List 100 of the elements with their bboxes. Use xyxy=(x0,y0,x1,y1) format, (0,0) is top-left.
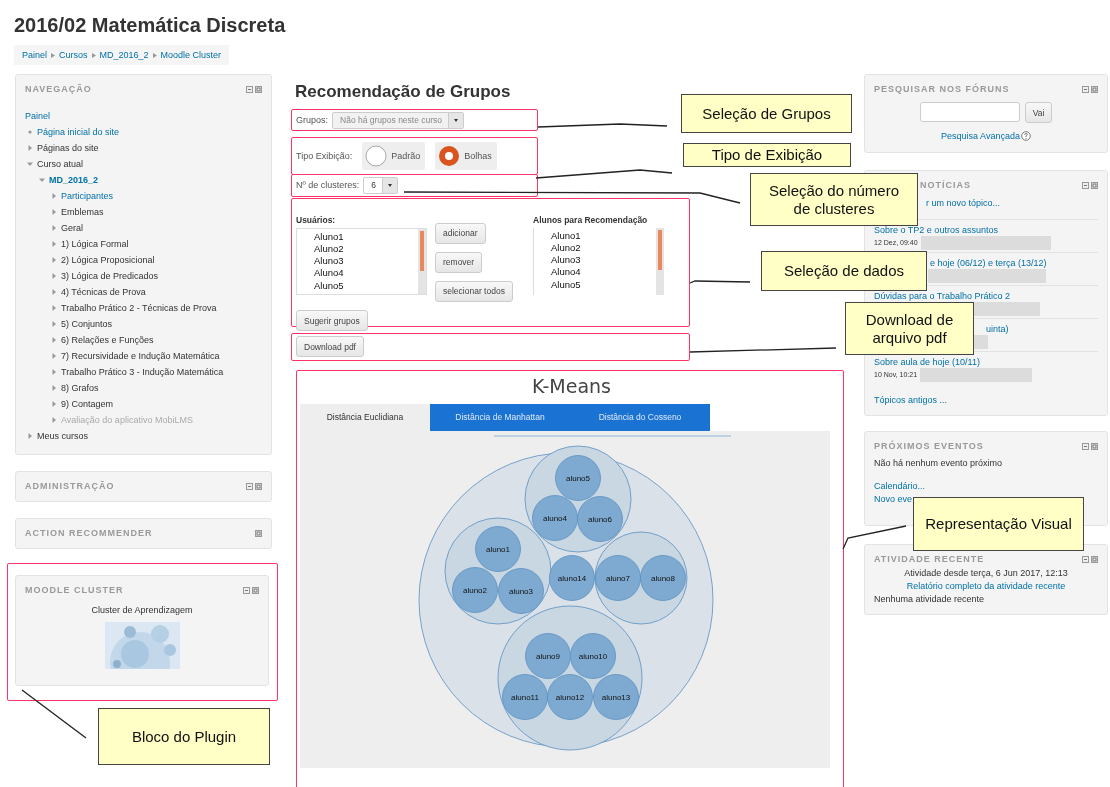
users-list[interactable]: Aluno1 Aluno2 Aluno3 Aluno4 Aluno5 xyxy=(296,227,427,295)
collapsed-arrow-icon[interactable] xyxy=(51,353,57,359)
dock-icon[interactable] xyxy=(255,482,262,490)
nav-item[interactable]: 1) Lógica Formal xyxy=(61,239,129,249)
radio-checked-icon[interactable] xyxy=(438,145,461,167)
nav-item[interactable]: 5) Conjuntos xyxy=(61,319,113,329)
nav-item[interactable]: Trabalho Prático 2 - Técnicas de Prova xyxy=(61,303,217,313)
event-link[interactable]: Calendário... xyxy=(874,481,926,491)
radio-option[interactable]: Bolhas xyxy=(435,142,497,170)
post-link[interactable]: Sobre aula de hoje (10/11) xyxy=(874,356,980,367)
collapse-icon[interactable] xyxy=(246,482,253,490)
collapsed-arrow-icon[interactable] xyxy=(51,241,57,247)
nav-item[interactable]: Participantes xyxy=(61,191,114,201)
nav-item[interactable]: 6) Relações e Funções xyxy=(61,335,154,345)
expanded-arrow-icon[interactable] xyxy=(39,177,45,183)
dock-icon[interactable] xyxy=(255,529,262,537)
collapse-icon[interactable] xyxy=(1082,555,1089,563)
radio-icon[interactable] xyxy=(365,145,388,167)
action-button[interactable]: adicionar xyxy=(435,222,486,244)
post-link[interactable]: uinta) xyxy=(986,323,1009,334)
leader-line xyxy=(21,689,87,739)
collapse-icon[interactable] xyxy=(1082,181,1089,189)
collapsed-arrow-icon[interactable] xyxy=(51,209,57,215)
scrollbar[interactable] xyxy=(656,227,664,295)
post-link[interactable]: Sobre o TP2 e outros assuntos xyxy=(874,224,998,235)
collapsed-arrow-icon[interactable] xyxy=(51,385,57,391)
list-item[interactable]: Aluno3 xyxy=(314,255,418,268)
list-item[interactable]: Aluno1 xyxy=(314,230,418,243)
breadcrumb-link[interactable]: Painel xyxy=(22,50,48,60)
clusters-select[interactable]: 6 xyxy=(363,176,399,194)
list-item[interactable]: Aluno2 xyxy=(551,241,656,255)
nav-item[interactable]: Emblemas xyxy=(61,207,104,217)
nav-item[interactable]: Páginas do site xyxy=(37,143,99,153)
older-topics-link[interactable]: Tópicos antigos ... xyxy=(874,395,948,405)
nav-item[interactable]: Geral xyxy=(61,223,83,233)
action-button[interactable]: selecionar todos xyxy=(435,280,513,302)
tab[interactable]: Distância de Manhattan xyxy=(430,403,570,431)
list-item[interactable]: Aluno3 xyxy=(551,254,656,267)
dock-icon[interactable] xyxy=(1091,442,1098,450)
list-item[interactable]: Aluno5 xyxy=(551,278,656,291)
radio-option[interactable]: Padrão xyxy=(362,142,426,170)
nav-item[interactable]: Página inicial do site xyxy=(37,127,120,137)
nav-item[interactable]: 9) Contagem xyxy=(61,399,114,409)
dock-icon[interactable] xyxy=(1091,85,1098,93)
collapsed-arrow-icon[interactable] xyxy=(27,145,33,151)
nav-item[interactable]: Trabalho Prático 3 - Indução Matemática xyxy=(61,367,224,377)
tab[interactable]: Distância Euclidiana xyxy=(300,403,430,431)
breadcrumb-link[interactable]: Cursos xyxy=(59,50,88,60)
post-link[interactable]: e hoje (06/12) e terça (13/12) xyxy=(930,257,1047,268)
activity-message: Nenhuma atividade recente xyxy=(874,594,985,604)
recommended-list[interactable]: Aluno1 Aluno2 Aluno3 Aluno4 Aluno5 xyxy=(533,227,664,295)
list-item[interactable]: Aluno4 xyxy=(314,267,418,280)
dock-icon[interactable] xyxy=(252,586,259,594)
report-link[interactable]: Relatório completo da atividade recente xyxy=(906,581,1066,591)
go-button[interactable]: Vai xyxy=(1024,102,1053,123)
breadcrumb-link[interactable]: Moodle Cluster xyxy=(160,50,222,60)
search-field[interactable] xyxy=(919,102,1020,122)
collapse-icon[interactable] xyxy=(1082,85,1089,93)
scrollbar[interactable] xyxy=(418,228,426,294)
list-item[interactable]: Aluno4 xyxy=(551,266,656,279)
collapsed-arrow-icon[interactable] xyxy=(51,289,57,295)
suggest-button[interactable]: Sugerir grupos xyxy=(296,310,368,331)
collapse-icon[interactable] xyxy=(246,85,253,93)
event-link[interactable]: Novo eve xyxy=(874,494,913,504)
list-item[interactable]: Aluno5 xyxy=(314,279,418,292)
collapse-icon[interactable] xyxy=(243,586,250,594)
dock-icon[interactable] xyxy=(1091,181,1098,189)
nav-item[interactable]: Painel xyxy=(25,111,51,121)
collapsed-arrow-icon[interactable] xyxy=(51,321,57,327)
advanced-search-link[interactable]: Pesquisa Avançada xyxy=(941,131,1020,141)
list-item[interactable]: Aluno1 xyxy=(551,229,656,242)
collapsed-arrow-icon[interactable] xyxy=(51,305,57,311)
dock-icon[interactable] xyxy=(255,85,262,93)
collapsed-arrow-icon[interactable] xyxy=(27,433,33,439)
collapsed-arrow-icon[interactable] xyxy=(51,401,57,407)
action-button[interactable]: remover xyxy=(435,251,483,273)
collapse-icon[interactable] xyxy=(1082,442,1089,450)
nav-item[interactable]: 2) Lógica Proposicional xyxy=(61,255,155,265)
breadcrumb-link[interactable]: MD_2016_2 xyxy=(99,50,149,60)
nav-item[interactable]: 3) Lógica de Predicados xyxy=(61,271,159,281)
collapsed-arrow-icon[interactable] xyxy=(51,257,57,263)
download-button[interactable]: Download pdf xyxy=(296,336,364,357)
collapsed-arrow-icon[interactable] xyxy=(51,193,57,199)
post-link[interactable]: Dúvidas para o Trabalho Prático 2 xyxy=(874,290,1011,301)
nav-item[interactable]: MD_2016_2 xyxy=(49,175,99,185)
collapsed-arrow-icon[interactable] xyxy=(51,337,57,343)
nav-item[interactable]: Meus cursos xyxy=(37,431,89,441)
collapsed-arrow-icon[interactable] xyxy=(51,225,57,231)
add-topic-link[interactable]: r um novo tópico... xyxy=(926,197,1001,208)
nav-item[interactable]: Curso atual xyxy=(37,159,84,169)
tab[interactable]: Distância do Cosseno xyxy=(570,403,710,431)
collapsed-arrow-icon[interactable] xyxy=(51,273,57,279)
list-item[interactable]: Aluno2 xyxy=(314,242,418,256)
nav-item[interactable]: 4) Técnicas de Prova xyxy=(61,287,146,297)
collapsed-arrow-icon[interactable] xyxy=(51,369,57,375)
dock-icon[interactable] xyxy=(1091,555,1098,563)
help-icon[interactable] xyxy=(1020,131,1031,141)
expanded-arrow-icon[interactable] xyxy=(27,161,33,167)
nav-item[interactable]: 8) Grafos xyxy=(61,383,99,393)
nav-item[interactable]: 7) Recursividade e Indução Matemática xyxy=(61,351,220,361)
